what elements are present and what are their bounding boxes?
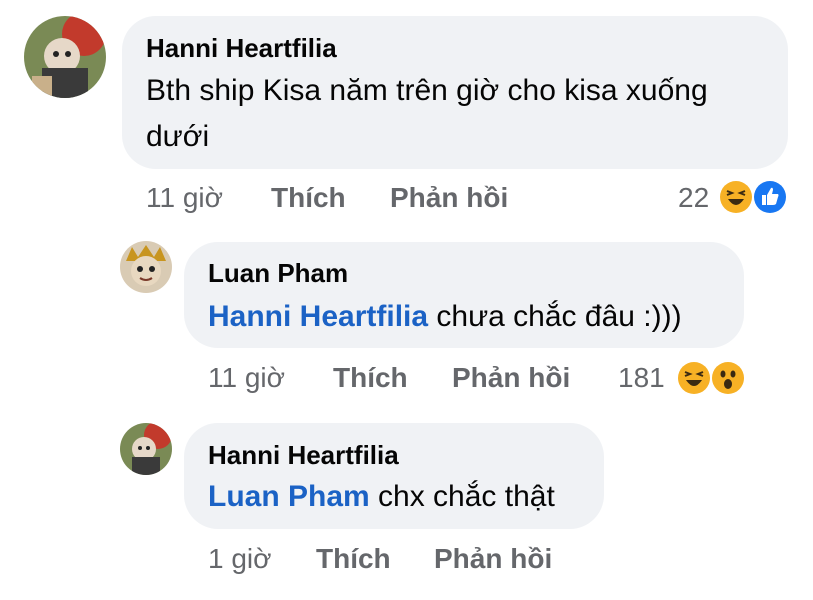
haha-icon bbox=[678, 362, 710, 394]
comment-text-body: chưa chắc đâu :))) bbox=[428, 300, 682, 333]
comment-text: Bth ship Kisa năm trên giờ cho kisa xuốn… bbox=[146, 68, 776, 160]
comment-text-body: chx chắc thật bbox=[369, 480, 555, 513]
avatar-hanni[interactable] bbox=[120, 423, 172, 475]
avatar-luan[interactable] bbox=[120, 241, 172, 293]
comment-text-line: dưới bbox=[146, 120, 210, 153]
comment-author[interactable]: Hanni Heartfilia bbox=[208, 440, 399, 471]
comment-author[interactable]: Hanni Heartfilia bbox=[146, 33, 337, 64]
like-icon bbox=[752, 179, 788, 215]
wow-icon bbox=[712, 362, 744, 394]
reply-button[interactable]: Phản hồi bbox=[434, 543, 552, 575]
like-button[interactable]: Thích bbox=[316, 543, 391, 575]
avatar-hanni[interactable] bbox=[24, 16, 106, 98]
like-button[interactable]: Thích bbox=[333, 362, 408, 394]
reply-button[interactable]: Phản hồi bbox=[452, 362, 570, 394]
reaction-count[interactable]: 22 bbox=[678, 182, 709, 214]
comment-text-line: Bth ship Kisa năm trên giờ cho kisa xuốn… bbox=[146, 74, 708, 107]
comment-time[interactable]: 11 giờ bbox=[146, 182, 223, 214]
like-button[interactable]: Thích bbox=[271, 182, 346, 214]
comment-author[interactable]: Luan Pham bbox=[208, 258, 348, 289]
mention-link[interactable]: Hanni Heartfilia bbox=[208, 300, 428, 333]
haha-icon bbox=[720, 181, 752, 213]
reply-button[interactable]: Phản hồi bbox=[390, 182, 508, 214]
mention-link[interactable]: Luan Pham bbox=[208, 480, 370, 513]
comment-text: Luan Pham chx chắc thật bbox=[208, 474, 555, 520]
comment-time[interactable]: 11 giờ bbox=[208, 362, 285, 394]
reaction-count[interactable]: 181 bbox=[618, 362, 665, 394]
comment-text: Hanni Heartfilia chưa chắc đâu :))) bbox=[208, 294, 682, 340]
comment-time[interactable]: 1 giờ bbox=[208, 543, 272, 575]
